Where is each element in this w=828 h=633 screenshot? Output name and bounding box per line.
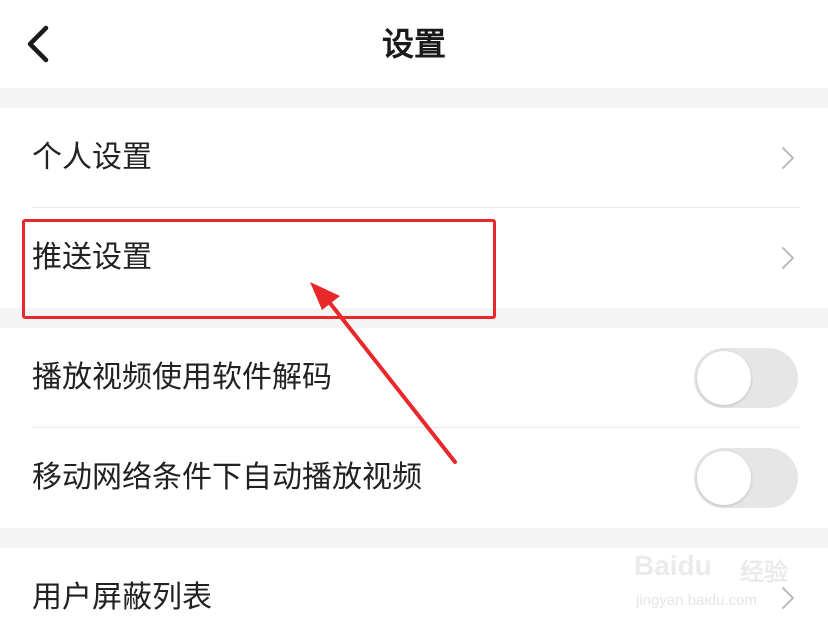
navigation-bar: 设置 bbox=[0, 0, 828, 88]
settings-item-software-decode: 播放视频使用软件解码 bbox=[0, 328, 828, 428]
annotation-arrow bbox=[310, 282, 457, 464]
settings-group-account: 个人设置 推送设置 bbox=[0, 108, 828, 308]
settings-item-block-list[interactable]: 用户屏蔽列表 bbox=[0, 548, 828, 633]
settings-item-label: 推送设置 bbox=[32, 240, 152, 275]
chevron-right-icon bbox=[782, 587, 794, 609]
settings-item-personal[interactable]: 个人设置 bbox=[0, 108, 828, 208]
settings-item-label: 移动网络条件下自动播放视频 bbox=[32, 460, 422, 495]
settings-group-privacy: 用户屏蔽列表 bbox=[0, 548, 828, 633]
settings-item-autoplay-mobile: 移动网络条件下自动播放视频 bbox=[0, 428, 828, 528]
autoplay-mobile-toggle[interactable] bbox=[694, 448, 798, 508]
settings-item-label: 用户屏蔽列表 bbox=[32, 580, 212, 615]
software-decode-toggle[interactable] bbox=[694, 348, 798, 408]
chevron-right-icon bbox=[782, 147, 794, 169]
toggle-knob bbox=[697, 351, 751, 405]
settings-item-label: 个人设置 bbox=[32, 140, 152, 175]
chevron-right-icon bbox=[782, 247, 794, 269]
settings-item-push[interactable]: 推送设置 bbox=[0, 208, 828, 308]
toggle-knob bbox=[697, 451, 751, 505]
settings-item-label: 播放视频使用软件解码 bbox=[32, 360, 332, 395]
settings-group-video: 播放视频使用软件解码 移动网络条件下自动播放视频 bbox=[0, 328, 828, 528]
page-title: 设置 bbox=[381, 25, 446, 63]
